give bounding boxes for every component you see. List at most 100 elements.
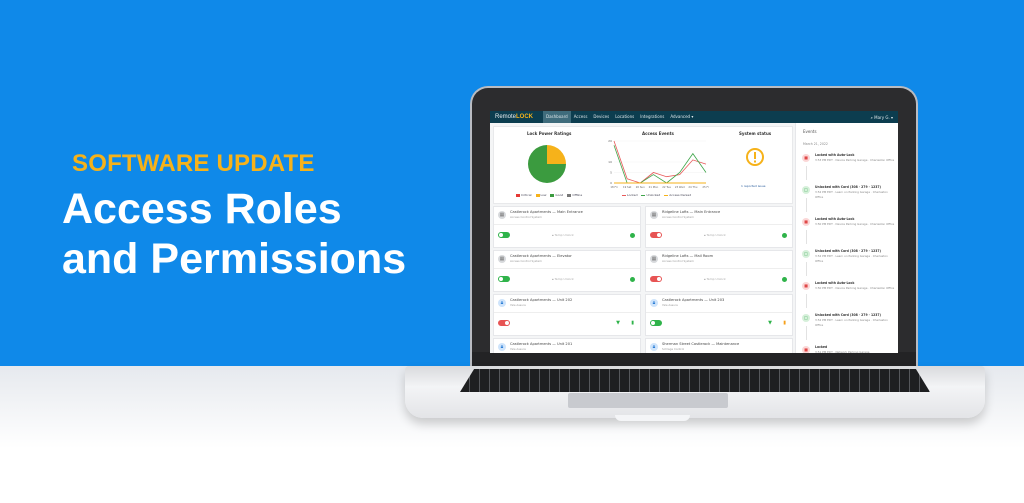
device-card[interactable]: 🔒︎ Castlerock Apartments — Unit 203 Yale… [645,294,793,336]
pie-slice-low [547,145,566,164]
timeline-connector [806,294,807,308]
device-card[interactable]: 🔒︎ Castlerock Apartments — Unit 202 Yale… [493,294,641,336]
legend-critical: Critical [516,193,532,197]
power-legend: Critical Low Good Offline [516,193,582,197]
unlocked-icon: □ [802,186,810,194]
event-item[interactable]: ■ Locked 3:51 PM EDT · Network Parking Gar… [802,345,897,353]
device-card[interactable]: ▦ Castlerock Apartments — Elevator Acces… [493,250,641,292]
online-status-icon [630,233,635,238]
device-card[interactable]: 🔒︎ Castlerock Apartments — Unit 201 Yale… [493,338,641,353]
device-name: Castlerock Apartments — Main Entrance [510,210,583,214]
battery-low-icon: ▮ [783,320,786,326]
event-detail: 3:52 PM EDT · Learn on Parking Garage · … [815,190,888,199]
event-item[interactable]: ■ Locked with Auto-Lock 3:50 PM EDT · Devi… [802,281,897,311]
nav-devices[interactable]: Devices [590,111,612,123]
laptop-keyboard [460,369,930,392]
nav-dashboard[interactable]: Dashboard [543,111,571,123]
timeline-connector [806,326,807,340]
x-tick-label: 20 Sun [636,185,645,189]
hero-text: SOFTWARE UPDATE Access Roles and Permiss… [62,150,406,284]
x-tick-label: 24 Thu [688,185,697,189]
lock-toggle[interactable] [650,320,662,326]
timeline-connector [806,198,807,212]
reported-issue-link[interactable]: 1 reported issue [741,184,765,188]
device-card[interactable]: ▦ Ridgeline Lofts — Main Entrance Access… [645,206,793,248]
nav-advanced[interactable]: Advanced ▾ [667,111,696,123]
nav-access[interactable]: Access [571,111,591,123]
lock-toggle[interactable] [650,232,662,238]
event-item[interactable]: ■ Locked with Auto-Lock 3:53 PM EDT · Devi… [802,153,897,183]
access-control-icon: ▦ [498,211,506,219]
device-type: Access Control System [510,259,542,263]
power-pie-chart [528,145,566,183]
nav-integrations[interactable]: Integrations [637,111,667,123]
lock-icon: 🔒︎ [552,277,554,281]
online-status-icon [782,233,787,238]
search-icon[interactable]: ⌕ [871,115,873,120]
temp-unlock-button[interactable]: 🔒︎ Temp Unlock [552,277,574,281]
locked-icon: ■ [802,282,810,290]
event-detail: 3:50 PM EDT · Device Parking Garage · Ch… [815,286,895,290]
warning-icon [746,148,764,166]
locked-icon: ■ [802,346,810,353]
laptop-screen: RemoteLOCK Dashboard Access Devices Loca… [490,111,898,353]
device-name: Castlerock Apartments — Unit 201 [510,342,573,346]
lock-toggle[interactable] [498,320,510,326]
laptop-trackpad [568,393,728,408]
card-divider [646,224,792,225]
nav-locations[interactable]: Locations [612,111,637,123]
lock-toggle[interactable] [650,276,662,282]
card-divider [494,312,640,313]
event-detail: 3:50 PM EDT · Device Parking Garage · Ch… [815,222,895,226]
device-card[interactable]: 🔒︎ Sherman Street Castlerock — Maintenan… [645,338,793,353]
user-menu[interactable]: Mary G. ▾ [874,115,893,120]
unlocked-icon: □ [802,314,810,322]
access-events-chart: 0 5 10 20 18 Fri 19 Sat 20 Sun 21 Mon 22 Tue 23 W… [608,139,709,189]
laptop-notch [615,415,690,421]
events-date: March 21, 2022 [803,142,828,146]
y-tick-label: 5 [610,171,612,175]
headline-line-2: and Permissions [62,235,407,283]
nav-right: ⌕ Mary G. ▾ [871,115,893,120]
x-tick-label: 18 Fri [610,185,617,189]
smart-lock-icon: 🔒︎ [650,299,658,307]
online-status-icon [782,277,787,282]
event-item[interactable]: □ Unlocked with Card (308 · 279 · 1237) 3:… [802,249,897,279]
stats-panel: Lock Power Ratings Critical Low Good Off… [493,126,793,204]
lock-toggle[interactable] [498,232,510,238]
device-type: Access Control System [662,215,694,219]
y-tick-label: 0 [610,181,612,185]
y-tick-label: 10 [608,160,612,164]
temp-unlock-button[interactable]: 🔒︎ Temp Unlock [552,233,574,237]
device-name: Castlerock Apartments — Unit 203 [662,298,725,302]
event-title: Unlocked with Card (308 · 279 · 1237) [815,313,881,317]
event-detail: 3:53 PM EDT · Device Parking Garage · Ch… [815,158,895,162]
timeline-connector [806,230,807,244]
x-tick-label: 21 Mon [649,185,659,189]
remotelock-logo[interactable]: RemoteLOCK [495,114,533,120]
device-card[interactable]: ▦ Castlerock Apartments — Main Entrance … [493,206,641,248]
event-item[interactable]: □ Unlocked with Card (308 · 279 · 1237) 3:… [802,185,897,215]
lock-toggle[interactable] [498,276,510,282]
legend-unlocked: Unlocked [641,193,660,197]
access-control-icon: ▦ [650,211,658,219]
device-card[interactable]: ▦ Ridgeline Lofts — Mail Room Access Con… [645,250,793,292]
app-nav-bar: RemoteLOCK Dashboard Access Devices Loca… [490,111,898,123]
card-divider [494,268,640,269]
x-tick-label: 23 Wed [675,185,685,189]
access-control-icon: ▦ [498,255,506,263]
unlocked-icon: □ [802,250,810,258]
timeline-connector [806,166,807,180]
events-sidebar: Events March 21, 2022 ■ Locked with Auto-… [795,123,898,353]
event-item[interactable]: ■ Locked with Auto-Lock 3:50 PM EDT · Devi… [802,217,897,247]
temp-unlock-button[interactable]: 🔒︎ Temp Unlock [704,277,726,281]
event-item[interactable]: □ Unlocked with Card (308 · 279 · 1237) 3:… [802,313,897,343]
temp-unlock-button[interactable]: 🔒︎ Temp Unlock [704,233,726,237]
temp-unlock-label: Temp Unlock [554,277,574,281]
locked-icon: ■ [802,154,810,162]
legend-low: Low [535,193,546,197]
dashboard-main: Lock Power Ratings Critical Low Good Off… [493,126,793,353]
x-tick-label: 22 Tue [662,185,671,189]
card-divider [646,312,792,313]
legend-offline: Offline [567,193,582,197]
